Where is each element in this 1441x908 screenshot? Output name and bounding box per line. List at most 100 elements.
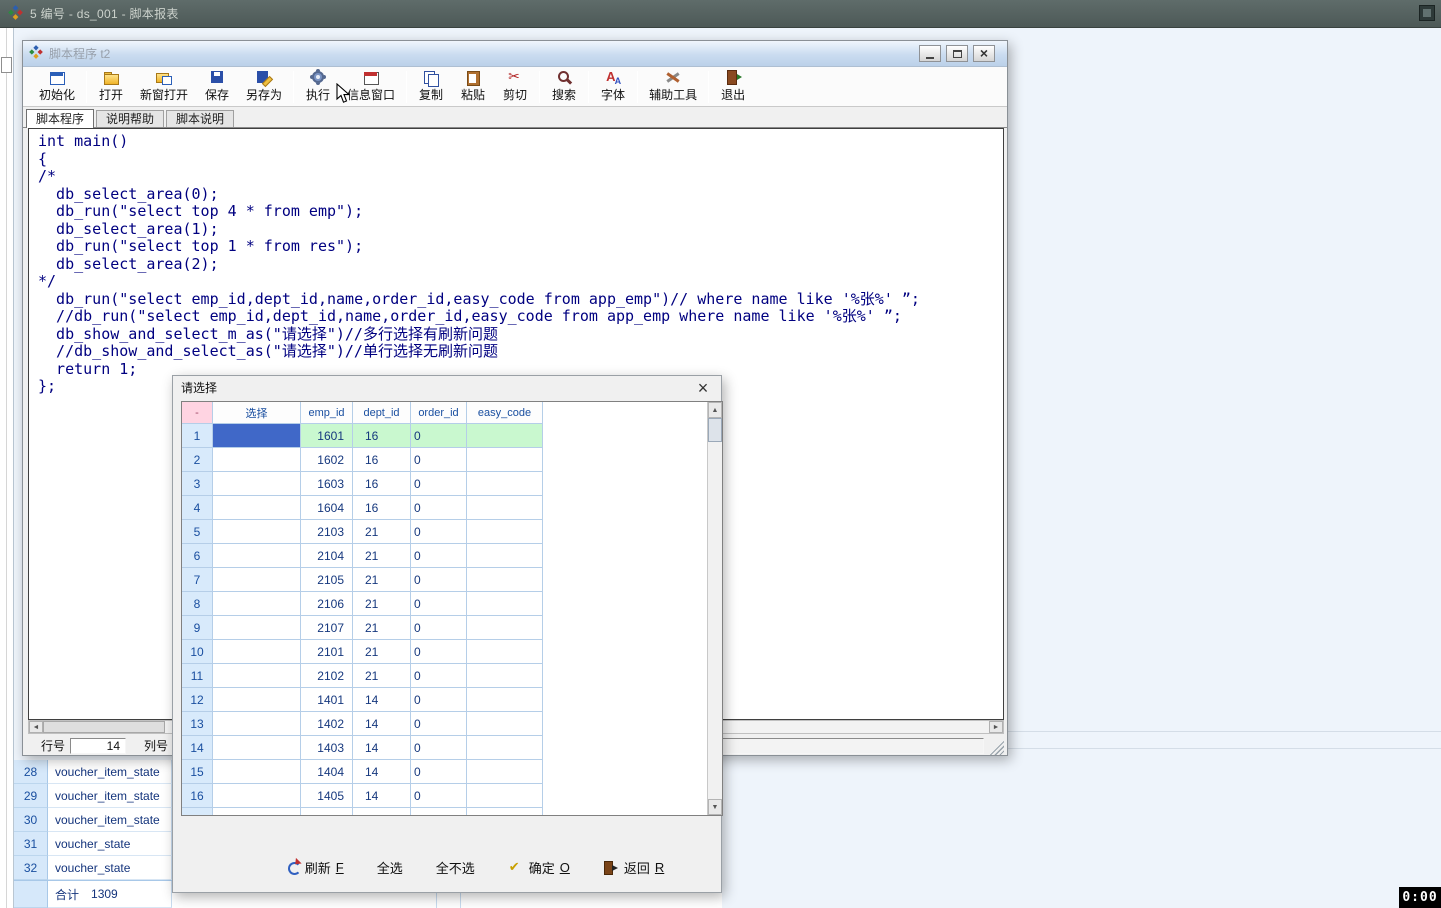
dialog-titlebar[interactable]: 请选择 bbox=[173, 376, 721, 399]
select-cell[interactable] bbox=[213, 496, 301, 520]
initialize-button[interactable]: 初始化 bbox=[31, 68, 83, 105]
row-number-cell[interactable]: 17 bbox=[182, 808, 213, 816]
search-button[interactable]: 搜索 bbox=[543, 68, 585, 105]
select-cell[interactable] bbox=[213, 688, 301, 712]
emp-id-cell[interactable]: 1601 bbox=[301, 424, 353, 448]
dept-id-cell[interactable]: 21 bbox=[353, 616, 411, 640]
row-number-cell[interactable]: 28 bbox=[14, 760, 48, 784]
easy-code-cell[interactable] bbox=[467, 568, 543, 592]
easy-code-cell[interactable] bbox=[467, 496, 543, 520]
tab-help[interactable]: 说明帮助 bbox=[96, 110, 164, 127]
ok-button[interactable]: 确定 O bbox=[508, 858, 570, 877]
select-cell[interactable] bbox=[213, 808, 301, 816]
open-new-window-button[interactable]: 新窗打开 bbox=[132, 68, 196, 105]
minimize-button[interactable] bbox=[919, 45, 941, 62]
name-cell[interactable]: voucher_item_state bbox=[48, 760, 172, 784]
execute-button[interactable]: 执行 bbox=[297, 68, 339, 105]
row-number-cell[interactable]: 29 bbox=[14, 784, 48, 808]
order-id-cell[interactable]: 0 bbox=[411, 472, 467, 496]
select-cell[interactable] bbox=[213, 544, 301, 568]
tab-description[interactable]: 脚本说明 bbox=[166, 110, 234, 127]
easy-code-cell[interactable] bbox=[467, 712, 543, 736]
order-id-cell[interactable]: 0 bbox=[411, 520, 467, 544]
emp-id-cell[interactable]: 1406 bbox=[301, 808, 353, 816]
exit-button[interactable]: 退出 bbox=[712, 68, 754, 105]
dept-id-cell[interactable]: 21 bbox=[353, 544, 411, 568]
order-id-cell[interactable]: 0 bbox=[411, 760, 467, 784]
dept-id-cell[interactable]: 21 bbox=[353, 664, 411, 688]
select-cell[interactable] bbox=[213, 424, 301, 448]
refresh-button[interactable]: 刷新F bbox=[287, 858, 344, 877]
row-number-cell[interactable]: 7 bbox=[182, 568, 213, 592]
row-number-cell[interactable]: 31 bbox=[14, 832, 48, 856]
order-id-cell[interactable]: 0 bbox=[411, 544, 467, 568]
grid-vertical-scrollbar[interactable] bbox=[707, 402, 722, 815]
font-button[interactable]: 字体 bbox=[592, 68, 634, 105]
row-number-cell[interactable]: 6 bbox=[182, 544, 213, 568]
emp-id-cell[interactable]: 2101 bbox=[301, 640, 353, 664]
emp-id-cell[interactable]: 1603 bbox=[301, 472, 353, 496]
scrollbar-thumb[interactable] bbox=[708, 418, 722, 442]
dept-id-cell[interactable]: 14 bbox=[353, 808, 411, 816]
emp-id-cell[interactable]: 2105 bbox=[301, 568, 353, 592]
dept-id-cell[interactable]: 14 bbox=[353, 736, 411, 760]
main-window-titlebar[interactable]: 5 编号 - ds_001 - 脚本报表 bbox=[0, 0, 1441, 28]
order-id-cell[interactable]: 0 bbox=[411, 736, 467, 760]
easy-code-cell[interactable] bbox=[467, 664, 543, 688]
select-none-button[interactable]: 全不选 bbox=[436, 858, 475, 877]
order-id-cell[interactable]: 0 bbox=[411, 640, 467, 664]
order-id-cell[interactable]: 0 bbox=[411, 688, 467, 712]
order-id-cell[interactable]: 0 bbox=[411, 592, 467, 616]
easy-code-cell[interactable] bbox=[467, 592, 543, 616]
dept-id-cell[interactable]: 14 bbox=[353, 712, 411, 736]
aux-tools-button[interactable]: 辅助工具 bbox=[641, 68, 705, 105]
dept-id-cell[interactable]: 21 bbox=[353, 520, 411, 544]
dept-id-cell[interactable]: 16 bbox=[353, 448, 411, 472]
dept-id-cell[interactable]: 16 bbox=[353, 496, 411, 520]
row-number-cell[interactable]: 32 bbox=[14, 856, 48, 880]
copy-button[interactable]: 复制 bbox=[410, 68, 452, 105]
resize-grip[interactable] bbox=[989, 740, 1004, 755]
emp-id-cell[interactable]: 2103 bbox=[301, 520, 353, 544]
row-number-cell[interactable]: 2 bbox=[182, 448, 213, 472]
scroll-right-arrow[interactable] bbox=[989, 721, 1003, 733]
emp-id-cell[interactable]: 2107 bbox=[301, 616, 353, 640]
row-number-cell[interactable]: 12 bbox=[182, 688, 213, 712]
easy-code-cell[interactable] bbox=[467, 688, 543, 712]
emp-id-cell[interactable]: 1403 bbox=[301, 736, 353, 760]
row-number-cell[interactable]: 3 bbox=[182, 472, 213, 496]
easy-code-cell[interactable] bbox=[467, 472, 543, 496]
easy-code-cell[interactable] bbox=[467, 424, 543, 448]
easy-code-cell[interactable] bbox=[467, 760, 543, 784]
emp-id-cell[interactable]: 1405 bbox=[301, 784, 353, 808]
row-number-cell[interactable]: 1 bbox=[182, 424, 213, 448]
row-number-cell[interactable]: 30 bbox=[14, 808, 48, 832]
order-id-cell[interactable]: 0 bbox=[411, 424, 467, 448]
select-cell[interactable] bbox=[213, 472, 301, 496]
easy-code-cell[interactable] bbox=[467, 544, 543, 568]
dept-id-cell[interactable]: 14 bbox=[353, 760, 411, 784]
row-number-cell[interactable]: 4 bbox=[182, 496, 213, 520]
tab-script[interactable]: 脚本程序 bbox=[26, 109, 94, 128]
maximize-button[interactable] bbox=[946, 45, 968, 62]
easy-code-cell[interactable] bbox=[467, 808, 543, 816]
emp-id-cell[interactable]: 2106 bbox=[301, 592, 353, 616]
order-id-cell[interactable]: 0 bbox=[411, 712, 467, 736]
script-window-titlebar[interactable]: 脚本程序 t2 bbox=[23, 41, 1007, 67]
order-id-cell[interactable]: 0 bbox=[411, 664, 467, 688]
select-cell[interactable] bbox=[213, 520, 301, 544]
select-cell[interactable] bbox=[213, 640, 301, 664]
emp-id-cell[interactable]: 1602 bbox=[301, 448, 353, 472]
scroll-up-arrow[interactable] bbox=[708, 402, 722, 418]
easy-code-cell[interactable] bbox=[467, 736, 543, 760]
dept-id-cell[interactable]: 16 bbox=[353, 424, 411, 448]
dept-id-cell[interactable]: 16 bbox=[353, 472, 411, 496]
dialog-close-button[interactable] bbox=[693, 378, 713, 397]
easy-code-cell[interactable] bbox=[467, 520, 543, 544]
row-number-cell[interactable]: 8 bbox=[182, 592, 213, 616]
select-cell[interactable] bbox=[213, 736, 301, 760]
cut-button[interactable]: 剪切 bbox=[494, 68, 536, 105]
order-id-cell[interactable]: 0 bbox=[411, 448, 467, 472]
emp-id-cell[interactable]: 2104 bbox=[301, 544, 353, 568]
row-number-cell[interactable]: 11 bbox=[182, 664, 213, 688]
